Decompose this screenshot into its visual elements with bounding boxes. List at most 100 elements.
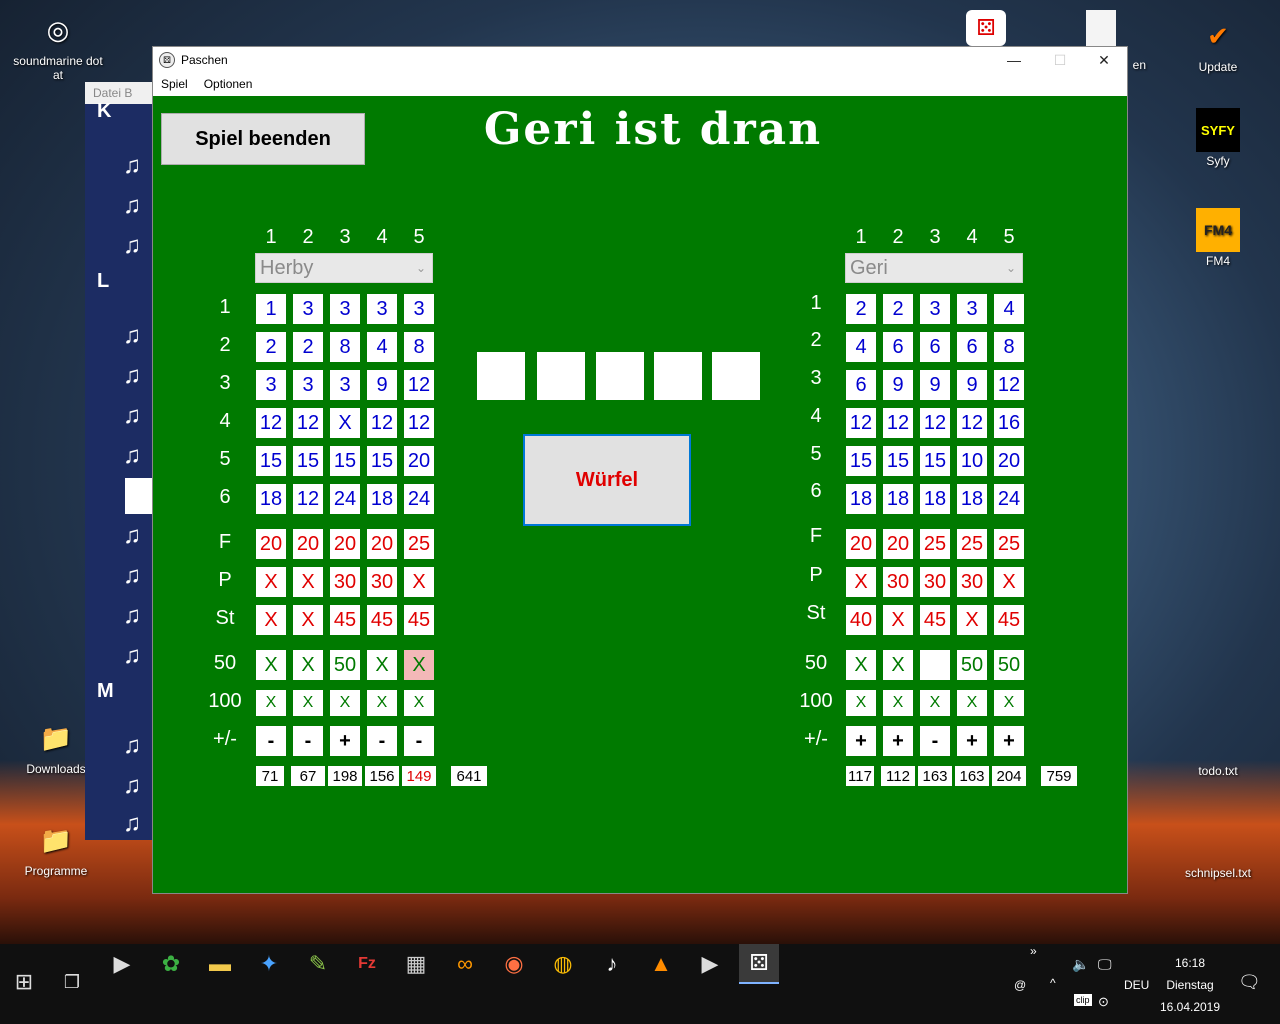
score-cell[interactable]: 20 <box>404 446 434 476</box>
score-cell[interactable]: 20 <box>256 529 286 559</box>
score-cell[interactable]: + <box>846 726 876 756</box>
score-cell[interactable]: X <box>883 605 913 635</box>
score-cell[interactable]: X <box>293 690 323 716</box>
tray-overflow[interactable]: » <box>1030 944 1037 958</box>
score-cell[interactable]: 4 <box>846 332 876 362</box>
clock-date[interactable]: 16.04.2019 <box>1156 1000 1224 1014</box>
score-cell[interactable]: 3 <box>293 294 323 324</box>
score-cell[interactable]: - <box>256 726 286 756</box>
score-cell[interactable]: 25 <box>994 529 1024 559</box>
score-cell[interactable]: 15 <box>367 446 397 476</box>
score-cell[interactable]: 20 <box>367 529 397 559</box>
vlc-icon[interactable]: ▲ <box>641 944 681 984</box>
score-cell[interactable]: 20 <box>293 529 323 559</box>
score-cell[interactable]: X <box>367 650 397 680</box>
score-cell[interactable]: 12 <box>920 408 950 438</box>
score-cell[interactable]: 2 <box>293 332 323 362</box>
score-cell[interactable]: + <box>994 726 1024 756</box>
score-cell[interactable]: 3 <box>330 370 360 400</box>
score-cell[interactable]: X <box>293 605 323 635</box>
firefox-icon[interactable]: ◉ <box>494 944 534 984</box>
score-cell[interactable]: X <box>256 650 286 680</box>
score-cell[interactable]: X <box>883 650 913 680</box>
end-game-button[interactable]: Spiel beenden <box>161 113 365 165</box>
score-cell[interactable]: 18 <box>367 484 397 514</box>
maximize-button[interactable]: ☐ <box>1037 47 1083 73</box>
score-cell[interactable]: 15 <box>920 446 950 476</box>
score-cell[interactable]: - <box>367 726 397 756</box>
score-cell[interactable]: 3 <box>957 294 987 324</box>
score-cell[interactable]: 6 <box>920 332 950 362</box>
score-cell[interactable]: 9 <box>367 370 397 400</box>
file-explorer-icon[interactable]: ▬ <box>200 944 240 984</box>
score-cell[interactable]: 25 <box>957 529 987 559</box>
score-cell[interactable]: X <box>367 690 397 716</box>
language-indicator[interactable]: DEU <box>1124 978 1149 992</box>
minimize-button[interactable]: — <box>991 47 1037 73</box>
score-cell[interactable]: 3 <box>293 370 323 400</box>
score-cell[interactable] <box>920 650 950 680</box>
task-view-icon[interactable]: ❐ <box>52 962 92 1002</box>
score-cell[interactable]: 8 <box>994 332 1024 362</box>
score-cell[interactable]: 30 <box>883 567 913 597</box>
score-cell[interactable]: + <box>957 726 987 756</box>
score-cell[interactable]: 4 <box>994 294 1024 324</box>
score-cell[interactable]: 2 <box>846 294 876 324</box>
score-cell[interactable]: 12 <box>957 408 987 438</box>
score-cell[interactable]: 30 <box>367 567 397 597</box>
score-cell[interactable]: X <box>256 605 286 635</box>
score-cell[interactable]: 15 <box>883 446 913 476</box>
score-cell[interactable]: 24 <box>404 484 434 514</box>
score-cell[interactable]: + <box>883 726 913 756</box>
score-cell[interactable]: X <box>404 690 434 716</box>
score-cell[interactable]: 12 <box>256 408 286 438</box>
background-music-window[interactable]: Datei B K L M ♫ ♫ ♫ ♫ ♫ ♫ ♫ ♫ ♫ ♫ ♫ ♫ ♫ … <box>85 82 155 840</box>
score-cell[interactable]: 12 <box>293 484 323 514</box>
score-cell[interactable]: 18 <box>846 484 876 514</box>
score-cell[interactable]: X <box>256 567 286 597</box>
dice-desktop-icon[interactable]: ⚄ <box>966 10 1006 46</box>
paschen-window[interactable]: ⚄ Paschen — ☐ ✕ Spiel Optionen Spiel bee… <box>152 46 1128 894</box>
score-cell[interactable]: 45 <box>367 605 397 635</box>
mp3-icon[interactable]: ♪ <box>592 944 632 984</box>
score-cell[interactable]: 10 <box>957 446 987 476</box>
score-cell[interactable]: - <box>920 726 950 756</box>
score-cell[interactable]: 8 <box>404 332 434 362</box>
score-cell[interactable]: 8 <box>330 332 360 362</box>
close-button[interactable]: ✕ <box>1081 47 1127 73</box>
desktop-icon-update[interactable]: ✔ Update <box>1168 14 1268 75</box>
score-cell[interactable]: 12 <box>404 408 434 438</box>
score-cell[interactable]: X <box>330 690 360 716</box>
network-icon[interactable]: 🖵 <box>1098 956 1112 973</box>
score-cell[interactable]: X <box>994 567 1024 597</box>
dice-slot[interactable] <box>712 352 760 400</box>
file-desktop-icon[interactable] <box>1086 10 1116 46</box>
score-cell[interactable]: 40 <box>846 605 876 635</box>
title-bar[interactable]: ⚄ Paschen — ☐ ✕ <box>153 47 1127 73</box>
menu-spiel[interactable]: Spiel <box>153 77 196 91</box>
dice-slot[interactable] <box>596 352 644 400</box>
score-cell[interactable]: 3 <box>367 294 397 324</box>
score-cell[interactable]: 3 <box>330 294 360 324</box>
score-cell[interactable]: X <box>846 690 876 716</box>
dice-slot[interactable] <box>537 352 585 400</box>
score-cell[interactable]: 20 <box>846 529 876 559</box>
score-cell[interactable]: 15 <box>846 446 876 476</box>
score-cell[interactable]: 30 <box>920 567 950 597</box>
score-cell[interactable]: + <box>330 726 360 756</box>
dice-slot[interactable] <box>654 352 702 400</box>
score-cell[interactable]: 12 <box>883 408 913 438</box>
score-cell[interactable]: 12 <box>293 408 323 438</box>
score-cell[interactable]: X <box>957 605 987 635</box>
infinity-icon[interactable]: ∞ <box>445 944 485 984</box>
score-cell[interactable]: X <box>293 567 323 597</box>
score-cell[interactable]: 12 <box>367 408 397 438</box>
score-cell[interactable]: 20 <box>883 529 913 559</box>
score-cell[interactable]: 12 <box>404 370 434 400</box>
score-cell[interactable]: 18 <box>920 484 950 514</box>
score-cell[interactable]: 30 <box>957 567 987 597</box>
cannabis-icon[interactable]: ✿ <box>151 944 191 984</box>
score-cell[interactable]: X <box>330 408 360 438</box>
desktop-icon-fm4[interactable]: FM4 FM4 <box>1168 208 1268 268</box>
score-cell[interactable]: 15 <box>330 446 360 476</box>
